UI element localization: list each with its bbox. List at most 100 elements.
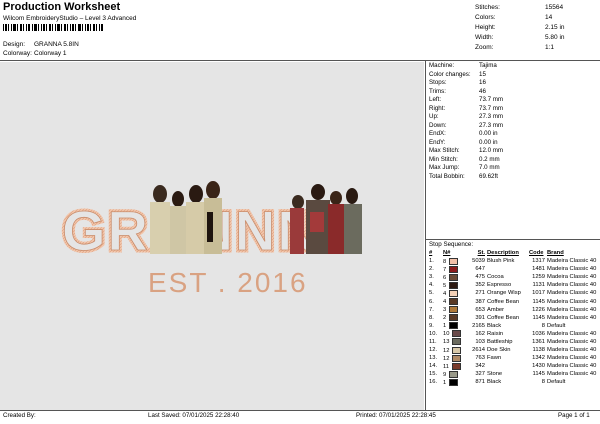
- row-code: 1430: [529, 362, 547, 370]
- row-number-text: 4.: [429, 282, 434, 289]
- row-description: Black: [487, 322, 529, 330]
- row-needle: 9: [443, 370, 467, 378]
- row-code: 1138: [529, 346, 547, 354]
- row-needle: 3: [443, 306, 467, 314]
- row-description: Fawn: [487, 354, 529, 362]
- table-row: 13. 12 763 Fawn 1342 Madeira Classic 40: [429, 354, 598, 362]
- row-number-text: 15.: [429, 371, 438, 378]
- row-needle-text: 12: [443, 347, 450, 354]
- row-number-text: 6.: [429, 298, 434, 305]
- row-brand-text: Madeira Classic 40: [547, 306, 597, 313]
- row-description: Coffee Bean: [487, 314, 529, 322]
- row-number-text: 11.: [429, 338, 437, 345]
- row-code: 1226: [529, 306, 547, 314]
- sequence-divider: [426, 239, 600, 240]
- row-brand-text: Madeira Classic 40: [547, 290, 597, 297]
- row-code: 1131: [529, 281, 547, 289]
- col-needle: N#: [443, 250, 451, 256]
- row-number: 13.: [429, 354, 443, 362]
- stat-stitches: Stitches: 15564: [475, 4, 564, 11]
- colorway-label: Colorway:: [3, 50, 32, 57]
- row-brand-text: Madeira Classic 40: [547, 282, 597, 289]
- table-row: 9. 1 2165 Black 8 Default: [429, 322, 598, 330]
- row-description-text: Stone: [487, 371, 503, 378]
- row-brand: Default: [547, 378, 598, 386]
- thread-color-swatch: [449, 378, 459, 386]
- row-brand-text: Madeira Classic 40: [547, 347, 597, 354]
- row-stitches-text: 647: [475, 266, 485, 273]
- thread-color-swatch: [449, 281, 459, 289]
- row-stitches: 871: [467, 378, 487, 386]
- embroidery-design: GRANNN GRANNN EST . 2016: [60, 181, 362, 298]
- row-code: 1145: [529, 314, 547, 322]
- row-brand: Madeira Classic 40: [547, 297, 598, 305]
- row-code-text: 1226: [532, 306, 545, 313]
- row-stitches: 391: [467, 314, 487, 322]
- stat-zoom: Zoom: 1:1: [475, 44, 555, 51]
- table-row: 16. 1 871 Black 8 Default: [429, 378, 598, 386]
- row-number: 12.: [429, 346, 443, 354]
- row-brand: Madeira Classic 40: [547, 354, 598, 362]
- row-description: [487, 265, 529, 273]
- row-stitches: 103: [467, 338, 487, 346]
- row-number-text: 1.: [429, 258, 434, 265]
- sequence-header-row: # N# St. Description Code Brand: [429, 249, 598, 257]
- row-number: 2.: [429, 265, 443, 273]
- row-code-text: 1145: [532, 371, 545, 378]
- row-number-text: 2.: [429, 266, 434, 273]
- row-number: 10.: [429, 330, 443, 338]
- row-stitches: 342: [467, 362, 487, 370]
- row-code: 1317: [529, 257, 547, 265]
- row-code-text: 1131: [532, 282, 545, 289]
- table-row: 5. 4 271 Orange Wisp 1017 Madeira Classic 40: [429, 289, 598, 297]
- row-code-text: 1138: [532, 347, 545, 354]
- thread-color-swatch: [449, 273, 459, 281]
- panel-divider: [425, 60, 426, 410]
- table-row: 10. 10 162 Raisin 1036 Madeira Classic 40: [429, 330, 598, 338]
- row-description-text: Black: [487, 379, 502, 386]
- row-brand-text: Madeira Classic 40: [547, 338, 597, 345]
- thread-color-swatch: [452, 346, 462, 354]
- row-needle-text: 9: [443, 371, 447, 378]
- row-stitches-text: 162: [475, 330, 485, 337]
- row-number-text: 10.: [429, 330, 438, 337]
- row-stitches-text: 271: [475, 290, 485, 297]
- col-code: Code: [529, 250, 544, 256]
- row-needle-text: 4: [443, 299, 447, 306]
- row-stitches-text: 763: [475, 355, 485, 362]
- col-brand: Brand: [547, 250, 564, 256]
- stat-width: Width: 5.80 in: [475, 34, 565, 41]
- row-stitches: 387: [467, 297, 487, 305]
- row-stitches-text: 5039: [472, 258, 485, 265]
- row-brand: Madeira Classic 40: [547, 314, 598, 322]
- row-number: 9.: [429, 322, 443, 330]
- row-needle: 6: [443, 273, 467, 281]
- row-needle: 13: [443, 338, 467, 346]
- row-description-text: Blush Pink: [487, 258, 515, 265]
- row-needle-text: 4: [443, 290, 447, 297]
- row-needle-text: 11: [443, 363, 450, 370]
- row-brand-text: Madeira Classic 40: [547, 371, 597, 378]
- row-needle: 10: [443, 330, 467, 338]
- row-code: 1342: [529, 354, 547, 362]
- col-stitches: St.: [477, 250, 485, 256]
- table-row: 2. 7 647 1481 Madeira Classic 40: [429, 265, 598, 273]
- row-number-text: 9.: [429, 322, 434, 329]
- row-description-text: Amber: [487, 306, 505, 313]
- row-code: 1259: [529, 273, 547, 281]
- row-needle: 2: [443, 314, 467, 322]
- row-brand-text: Madeira Classic 40: [547, 274, 597, 281]
- row-code-text: 1145: [532, 298, 545, 305]
- row-code-text: 1145: [532, 314, 545, 321]
- sequence-heading: Stop Sequence:: [429, 241, 474, 248]
- row-code: 1481: [529, 265, 547, 273]
- row-number-text: 8.: [429, 314, 434, 321]
- row-needle: 7: [443, 265, 467, 273]
- row-description: Black: [487, 378, 529, 386]
- row-brand-text: Default: [547, 379, 566, 386]
- row-description: Doe Skin: [487, 346, 529, 354]
- row-needle: 4: [443, 297, 467, 305]
- row-needle-text: 1: [443, 379, 447, 386]
- stats-panel: Stitches: 15564 Colors: 14 Height: 2.15 in …: [475, 3, 565, 53]
- thread-color-swatch: [449, 289, 459, 297]
